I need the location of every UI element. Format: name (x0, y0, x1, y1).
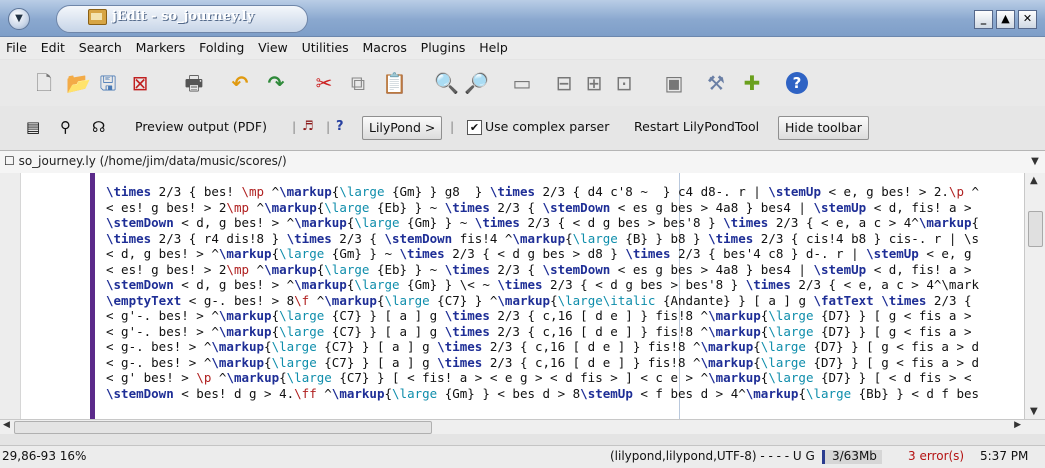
code-line[interactable]: < es! g bes! > 2\mp ^\markup{\large {Eb}… (106, 200, 1025, 216)
buffer-path-text: so_journey.ly (/home/jim/data/music/scor… (18, 154, 287, 168)
print-icon[interactable]: 🖶 (184, 73, 204, 93)
unsplit-icon[interactable]: ⊡ (614, 73, 634, 93)
complex-parser-label: Use complex parser (485, 119, 610, 134)
help-icon[interactable]: ? (786, 72, 808, 94)
menu-folding[interactable]: Folding (194, 37, 249, 59)
midi-icon[interactable]: ♬ (302, 116, 314, 138)
new-view-icon[interactable]: ▭ (512, 73, 532, 93)
text-area[interactable]: \times 2/3 { bes! \mp ^\markup{\large {G… (0, 173, 1045, 419)
save-icon[interactable]: 🖫 (98, 73, 118, 93)
status-bar: 29,86-93 16% (lilypond,lilypond,UTF-8) -… (0, 445, 1045, 468)
code-line[interactable]: \stemDown < d, g bes! > ^\markup{\large … (106, 277, 1025, 293)
memory-usage: 3/63Mb (832, 449, 877, 463)
hide-toolbar-button[interactable]: Hide toolbar (778, 116, 869, 140)
menu-search[interactable]: Search (74, 37, 127, 59)
copy-icon[interactable]: ⧉ (348, 73, 368, 93)
code-line[interactable]: < g'-. bes! > ^\markup{\large {C7} } [ a… (106, 324, 1025, 340)
code-content[interactable]: \times 2/3 { bes! \mp ^\markup{\large {G… (106, 184, 1025, 419)
minimize-button[interactable]: _ (974, 10, 993, 29)
code-line[interactable]: < g' bes! > \p ^\markup{\large {C7} } [ … (106, 370, 1025, 386)
restart-lilypondtool-button[interactable]: Restart LilyPondTool (634, 116, 759, 138)
scroll-right-icon[interactable]: ▶ (1014, 420, 1021, 430)
find-icon[interactable]: 🔍 (434, 73, 459, 93)
scroll-down-icon[interactable]: ▼ (1030, 406, 1038, 417)
window-menu-icon[interactable]: ▼ (8, 8, 30, 30)
horizontal-scrollbar[interactable]: ◀ ▶ (0, 419, 1045, 434)
caret-position[interactable]: 29,86-93 16% (2, 449, 86, 463)
undo-icon[interactable]: ↶ (230, 73, 250, 93)
complex-parser-checkbox[interactable]: ✔ (467, 120, 482, 135)
code-line[interactable]: < g-. bes! > ^\markup{\large {C7} } [ a … (106, 355, 1025, 371)
syntax-help-icon[interactable]: ? (336, 116, 344, 138)
scroll-up-icon[interactable]: ▲ (1030, 175, 1038, 186)
window-controls: _ ▲ ✕ (974, 10, 1037, 29)
main-toolbar: 🗋 📂 🖫 ⊠ 🖶 ↶ ↷ ✂ ⧉ 📋 🔍 🔎 ▭ ⊟ ⊞ ⊡ ▣ ⚒ ✚ ? (0, 60, 1045, 107)
chevron-down-icon[interactable]: ▼ (1025, 151, 1045, 173)
vertical-scrollbar[interactable]: ▲ ▼ (1024, 173, 1045, 419)
code-line[interactable]: < g'-. bes! > ^\markup{\large {C7} } [ a… (106, 308, 1025, 324)
menu-bar: File Edit Search Markers Folding View Ut… (0, 37, 1045, 59)
lilypond-toolbar: ▤ ⚲ ☊ Preview output (PDF) | ♬ | ? LilyP… (0, 106, 1045, 151)
menu-file[interactable]: File (0, 37, 32, 59)
code-line[interactable]: \stemDown < bes! d g > 4.\ff ^\markup{\l… (106, 386, 1025, 402)
gutter[interactable] (0, 173, 21, 419)
plugin-manager-icon[interactable]: ✚ (742, 73, 762, 93)
preview-output-button[interactable]: Preview output (PDF) (135, 116, 267, 138)
code-line[interactable]: < es! g bes! > 2\mp ^\markup{\large {Eb}… (106, 262, 1025, 278)
jedit-app-icon (88, 9, 107, 25)
code-line[interactable]: \times 2/3 { bes! \mp ^\markup{\large {G… (106, 184, 1025, 200)
redo-icon[interactable]: ↷ (266, 73, 286, 93)
split-horizontal-icon[interactable]: ⊟ (554, 73, 574, 93)
split-vertical-icon[interactable]: ⊞ (584, 73, 604, 93)
scroll-left-icon[interactable]: ◀ (3, 420, 10, 430)
close-buffer-icon[interactable]: ⊠ (130, 73, 150, 93)
menu-plugins[interactable]: Plugins (416, 37, 471, 59)
clock: 5:37 PM (980, 449, 1029, 463)
error-count[interactable]: 3 error(s) (908, 449, 964, 463)
buffer-switcher[interactable]: ☐ so_journey.ly (/home/jim/data/music/sc… (0, 150, 1045, 174)
paste-icon[interactable]: 📋 (382, 73, 407, 93)
cut-icon[interactable]: ✂ (314, 73, 334, 93)
vertical-scroll-thumb[interactable] (1028, 211, 1043, 247)
code-line[interactable]: \times 2/3 { r4 dis!8 } \times 2/3 { \st… (106, 231, 1025, 247)
open-file-icon[interactable]: 📂 (66, 73, 91, 93)
menu-view[interactable]: View (253, 37, 293, 59)
code-line[interactable]: \stemDown < d, g bes! > ^\markup{\large … (106, 215, 1025, 231)
buffer-mode[interactable]: (lilypond,lilypond,UTF-8) - - - - U G (610, 449, 815, 463)
separator: | (450, 119, 455, 134)
spiral-icon[interactable]: ☊ (92, 116, 105, 138)
memory-fill (822, 450, 825, 464)
document-icon[interactable]: ▤ (26, 116, 40, 138)
menu-macros[interactable]: Macros (357, 37, 411, 59)
jedit-window: ▼ jEdit - so_journey.ly _ ▲ ✕ File Edit … (0, 0, 1045, 468)
buffer-path: ☐ so_journey.ly (/home/jim/data/music/sc… (4, 154, 287, 168)
title-bar[interactable]: ▼ jEdit - so_journey.ly _ ▲ ✕ (0, 0, 1045, 37)
find-next-icon[interactable]: 🔎 (464, 73, 489, 93)
menu-help[interactable]: Help (474, 37, 513, 59)
lilypond-button[interactable]: LilyPond > (362, 116, 443, 140)
fold-marker[interactable] (90, 173, 95, 419)
tools-icon[interactable]: ⚒ (706, 73, 726, 93)
global-options-icon[interactable]: ▣ (664, 73, 684, 93)
window-title: jEdit - so_journey.ly (112, 9, 255, 24)
menu-edit[interactable]: Edit (36, 37, 70, 59)
separator: | (326, 119, 331, 134)
code-line[interactable]: < d, g bes! > ^\markup{\large {Gm} } ~ \… (106, 246, 1025, 262)
horizontal-scroll-thumb[interactable] (14, 421, 432, 434)
menu-markers[interactable]: Markers (131, 37, 191, 59)
code-line[interactable]: \emptyText < g-. bes! > 8\f ^\markup{\la… (106, 293, 1025, 309)
tuning-fork-icon[interactable]: ⚲ (60, 116, 71, 138)
close-window-button[interactable]: ✕ (1018, 10, 1037, 29)
menu-utilities[interactable]: Utilities (297, 37, 354, 59)
maximize-button[interactable]: ▲ (996, 10, 1015, 29)
code-line[interactable]: < g-. bes! > ^\markup{\large {C7} } [ a … (106, 339, 1025, 355)
new-file-icon[interactable]: 🗋 (34, 73, 54, 93)
separator: | (292, 119, 297, 134)
